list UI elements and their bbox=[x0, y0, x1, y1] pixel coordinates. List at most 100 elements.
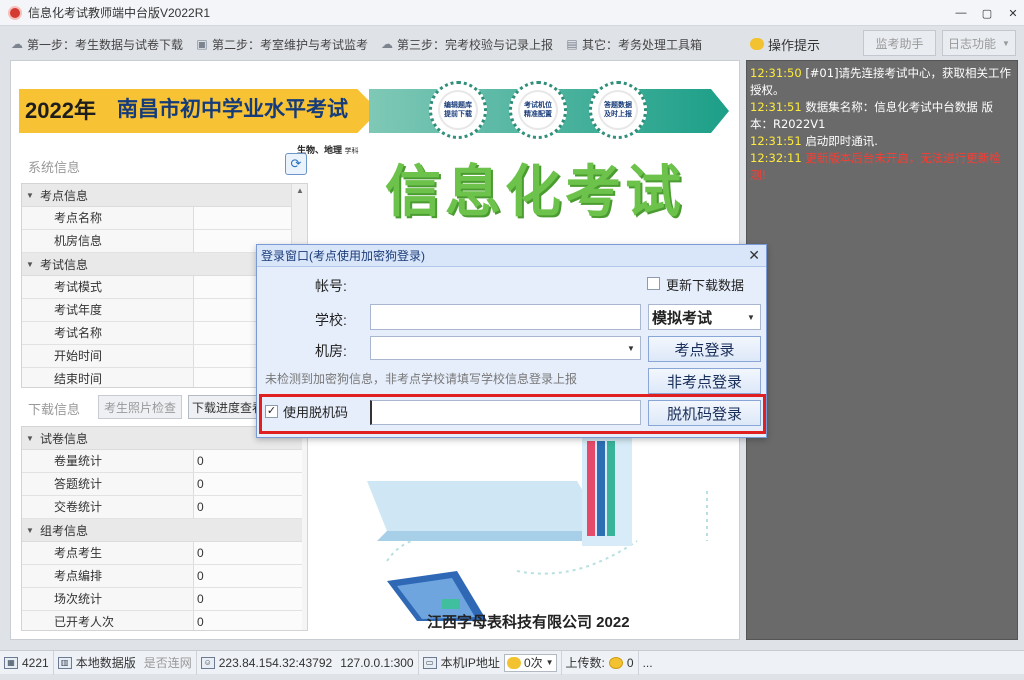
toolbox-label: 其它：考务处理工具箱 bbox=[582, 37, 703, 52]
offline-code-checkbox[interactable]: ✓ bbox=[265, 405, 278, 418]
photo-check-button[interactable]: 考生照片检查 bbox=[98, 395, 182, 419]
site-login-button[interactable]: 考点登录 bbox=[648, 336, 761, 362]
title-bar: 信息化考试教师端中台版V2022R1 — ▢ ✕ bbox=[0, 0, 1024, 26]
log-timestamp: 12:31:50 bbox=[750, 66, 802, 80]
keyboard-icon: ▦ bbox=[4, 656, 18, 669]
step1-label: 第一步：考生数据与试卷下载 bbox=[27, 37, 184, 52]
upload-label: 上传数: bbox=[565, 656, 605, 670]
message-count: 0次 bbox=[523, 656, 543, 670]
row-value: 0 bbox=[194, 473, 302, 495]
log-timestamp: 12:31:51 bbox=[750, 100, 802, 114]
server-graphic bbox=[582, 431, 632, 546]
exam-mode-value: 模拟考试 bbox=[652, 309, 713, 327]
chat-bubble-icon bbox=[750, 38, 764, 50]
grid-row[interactable]: 卷量统计 0 bbox=[22, 450, 302, 473]
grid-row[interactable]: 场次统计 0 bbox=[22, 588, 302, 611]
log-line: 12:31:50 [#01]请先连接考试中心，获取相关工作授权。 bbox=[750, 65, 1014, 99]
login-dialog: 登录窗口(考点使用加密狗登录) ✕ 帐号: 更新下载数据 学校: 模拟考试 ▼ … bbox=[256, 244, 767, 438]
message-count-dropdown[interactable]: 0次 ▼ bbox=[503, 653, 557, 672]
banner-title: 南昌市初中学业水平考试 bbox=[117, 98, 348, 121]
grid-row[interactable]: 答题统计 0 bbox=[22, 473, 302, 496]
status-server-text: 223.84.154.32:43792 bbox=[218, 655, 333, 670]
log-line: 12:31:51 数据集名称：信息化考试中台数据 版本：R2022V1 bbox=[750, 99, 1014, 133]
grid-row[interactable]: 考试名称 bbox=[22, 322, 292, 345]
grid-row[interactable]: 机房信息 bbox=[22, 230, 292, 253]
collapse-icon: ▼ bbox=[26, 259, 34, 269]
room-select[interactable]: ▼ bbox=[370, 336, 641, 360]
grid-row[interactable]: 考试模式 bbox=[22, 276, 292, 299]
group-site-info[interactable]: ▼ 考点信息 bbox=[22, 184, 292, 207]
chat-bubble-icon bbox=[506, 656, 521, 669]
step1-button[interactable]: ☁ 第一步：考生数据与试卷下载 bbox=[10, 36, 183, 53]
refresh-button[interactable]: ⟳ bbox=[285, 153, 307, 175]
log-line: 12:32:11 更新版本后台未开启，无法进行更新检测! bbox=[750, 150, 1014, 184]
row-key: 考点名称 bbox=[22, 207, 194, 229]
grid-row[interactable]: 结束时间 bbox=[22, 368, 292, 387]
grid-row[interactable]: 考点编排 0 bbox=[22, 565, 302, 588]
status-network-text: 是否连网 bbox=[143, 656, 192, 670]
log-timestamp: 12:31:51 bbox=[750, 134, 802, 148]
update-download-checkbox[interactable] bbox=[647, 277, 660, 290]
scroll-up-icon[interactable]: ▲ bbox=[292, 184, 307, 198]
grid-row[interactable]: 考试年度 bbox=[22, 299, 292, 322]
row-value: 0 bbox=[194, 611, 302, 630]
update-download-label: 更新下载数据 bbox=[666, 278, 745, 293]
row-key: 结束时间 bbox=[22, 368, 194, 387]
row-key: 卷量统计 bbox=[22, 450, 194, 472]
step2-button[interactable]: ▣ 第二步：考室维护与考试监考 bbox=[195, 36, 368, 53]
log-function-button[interactable]: 日志功能 ▼ bbox=[942, 30, 1016, 56]
exam-mode-select[interactable]: 模拟考试 ▼ bbox=[648, 304, 761, 330]
badge-seat-config-text: 考试机位 精准配置 bbox=[518, 90, 558, 130]
system-info-label: 系统信息 bbox=[28, 160, 81, 175]
row-key: 考试年度 bbox=[22, 299, 194, 321]
minimize-button[interactable]: — bbox=[950, 0, 972, 26]
collapse-icon: ▼ bbox=[26, 525, 34, 535]
log-console[interactable]: 12:31:50 [#01]请先连接考试中心，获取相关工作授权。 12:31:5… bbox=[746, 60, 1018, 640]
close-button[interactable]: ✕ bbox=[1002, 0, 1024, 26]
row-key: 已开考人次 bbox=[22, 611, 194, 630]
status-local-text: 127.0.0.1:300 bbox=[340, 655, 414, 670]
chevron-down-icon: ▼ bbox=[545, 658, 554, 667]
group-name: 考点信息 bbox=[40, 188, 89, 203]
group-organize-info[interactable]: ▼ 组考信息 bbox=[22, 519, 302, 542]
grid-row[interactable]: 交卷统计 0 bbox=[22, 496, 302, 519]
grid-row[interactable]: 开始时间 bbox=[22, 345, 292, 368]
step3-button[interactable]: ☁ 第三步：完考校验与记录上报 bbox=[380, 36, 553, 53]
download-info-grid: ▼ 试卷信息 卷量统计 0 答题统计 0 交卷统计 0 ▼ 组考信息 考点考生 0 考点… bbox=[21, 426, 308, 631]
status-db: ▥ 本地数据版 是否连网 bbox=[54, 650, 197, 675]
dialog-title-bar: 登录窗口(考点使用加密狗登录) ✕ bbox=[257, 245, 766, 267]
window-controls: — ▢ ✕ bbox=[946, 0, 1024, 26]
row-key: 考试名称 bbox=[22, 322, 194, 344]
offline-code-label: 使用脱机码 bbox=[283, 405, 349, 420]
status-db-text: 本地数据版 bbox=[75, 656, 136, 670]
log-timestamp: 12:32:11 bbox=[750, 151, 802, 165]
database-icon: ▥ bbox=[57, 656, 72, 669]
log-line: 12:31:51 启动即时通讯. bbox=[750, 133, 1014, 150]
status-ip-text: 本机IP地址 bbox=[440, 656, 500, 670]
dialog-close-button[interactable]: ✕ bbox=[748, 247, 760, 264]
monitor-assistant-button[interactable]: 监考助手 bbox=[863, 30, 936, 56]
window-title: 信息化考试教师端中台版V2022R1 bbox=[28, 6, 211, 20]
download-info-label: 下载信息 bbox=[28, 402, 81, 417]
group-name: 考试信息 bbox=[40, 257, 89, 272]
row-value: 0 bbox=[194, 542, 302, 564]
grid-row[interactable]: 考点名称 bbox=[22, 207, 292, 230]
app-logo-icon bbox=[8, 5, 22, 20]
chevron-down-icon: ▼ bbox=[1002, 38, 1010, 48]
offline-login-button[interactable]: 脱机码登录 bbox=[648, 400, 761, 426]
row-key: 考点编排 bbox=[22, 565, 194, 587]
group-exam-info[interactable]: ▼ 考试信息 bbox=[22, 253, 292, 276]
grid-row[interactable]: 考点考生 0 bbox=[22, 542, 302, 565]
room-label: 机房: bbox=[315, 343, 347, 359]
grid-row[interactable]: 已开考人次 0 bbox=[22, 611, 302, 630]
row-key: 考试模式 bbox=[22, 276, 194, 298]
monitor-icon: ▣ bbox=[196, 37, 208, 51]
row-value bbox=[194, 207, 292, 229]
toolbox-button[interactable]: ▤ 其它：考务处理工具箱 bbox=[565, 36, 702, 53]
non-site-login-button[interactable]: 非考点登录 bbox=[648, 368, 761, 394]
log-function-label: 日志功能 bbox=[948, 36, 997, 51]
offline-code-input[interactable] bbox=[370, 400, 641, 425]
restore-button[interactable]: ▢ bbox=[976, 0, 998, 26]
row-key: 机房信息 bbox=[22, 230, 194, 252]
school-input[interactable] bbox=[370, 304, 641, 330]
